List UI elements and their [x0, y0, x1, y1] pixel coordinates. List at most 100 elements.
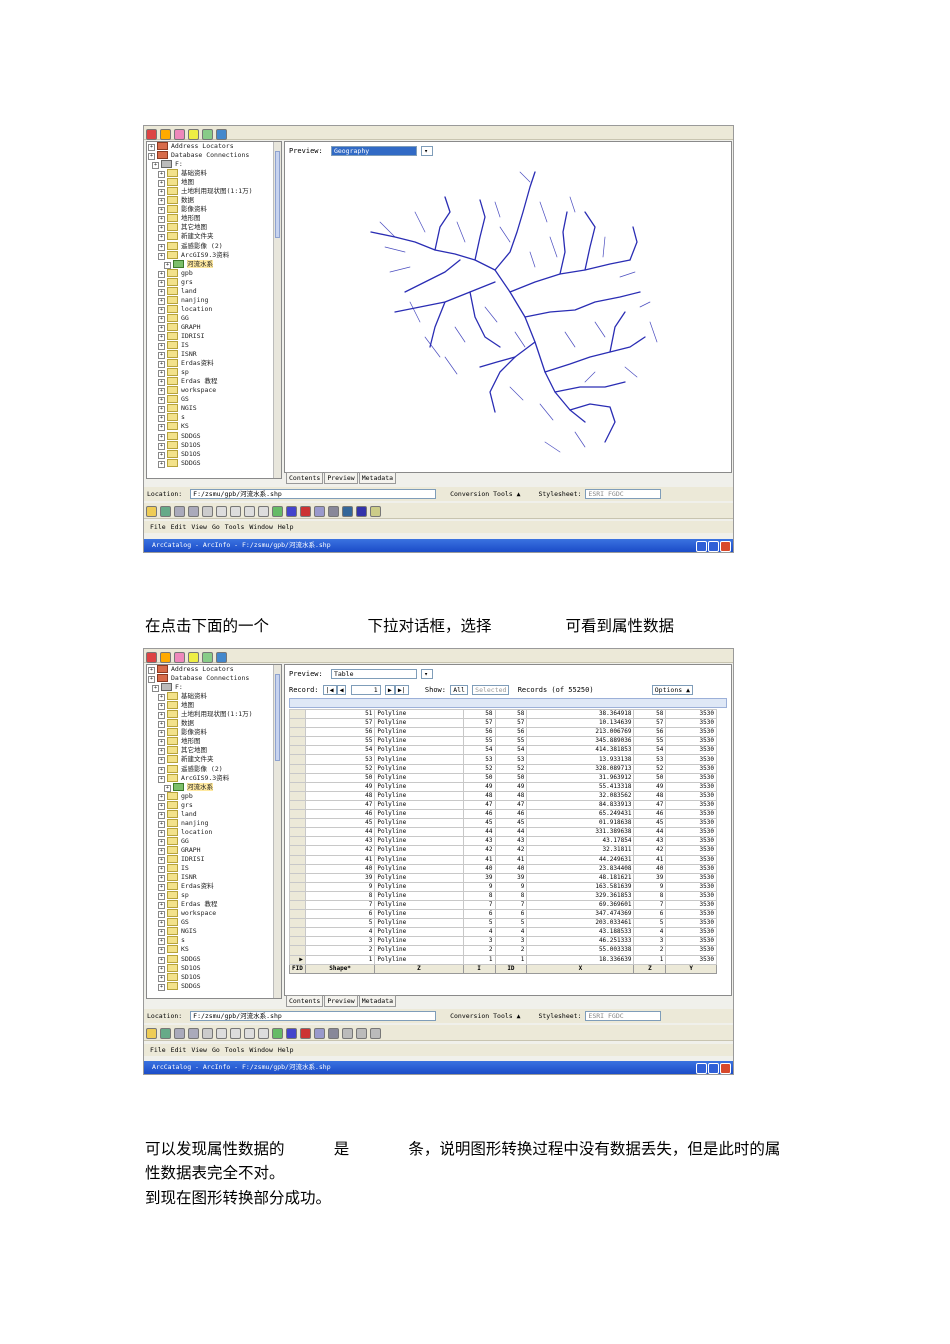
record-input[interactable]: 1: [350, 685, 381, 695]
tree-item[interactable]: + s: [147, 936, 281, 946]
expand-icon[interactable]: +: [158, 333, 165, 341]
tree-item[interactable]: + s: [147, 413, 281, 423]
paste-icon[interactable]: [188, 1028, 199, 1039]
expand-icon[interactable]: +: [158, 216, 165, 224]
column-header[interactable]: Z: [633, 963, 667, 974]
next-record-button[interactable]: ▶: [384, 685, 395, 695]
expand-icon[interactable]: +: [158, 352, 165, 360]
expand-icon[interactable]: +: [158, 460, 165, 468]
expand-icon[interactable]: +: [148, 667, 155, 674]
expand-icon[interactable]: +: [158, 947, 165, 955]
list-icon[interactable]: [230, 506, 241, 517]
row-selector[interactable]: [289, 727, 306, 738]
tree-item[interactable]: + F:: [147, 683, 281, 693]
copy-icon[interactable]: [174, 506, 185, 517]
table-row[interactable]: 9 Polyline 9 9 163.581639 9 3530: [289, 881, 717, 892]
expand-icon[interactable]: +: [158, 766, 165, 774]
window-icon[interactable]: [314, 1028, 325, 1039]
expand-icon[interactable]: +: [158, 911, 165, 919]
tree-item[interactable]: + gpb: [147, 268, 281, 278]
tab-preview[interactable]: Preview: [324, 995, 358, 1007]
table-row[interactable]: ▶ 1 Polyline 1 1 18.336639 1 3530: [289, 954, 717, 965]
star-icon[interactable]: [188, 652, 199, 663]
launch-arcmap-icon[interactable]: [272, 1028, 283, 1039]
tree-item[interactable]: + GS: [147, 918, 281, 928]
table-row[interactable]: 40 Polyline 40 40 23.834408 40 3530: [289, 863, 717, 874]
rotate-icon[interactable]: [174, 652, 185, 663]
expand-icon[interactable]: +: [158, 739, 165, 747]
red-tool-icon[interactable]: [300, 506, 311, 517]
table-row[interactable]: 43 Polyline 43 43 43.17854 43 3530: [289, 836, 717, 847]
tab-contents[interactable]: Contents: [286, 995, 324, 1007]
row-selector[interactable]: [289, 918, 306, 929]
tree-item[interactable]: + ISNR: [147, 873, 281, 883]
expand-icon[interactable]: +: [158, 902, 165, 910]
copy-icon[interactable]: [174, 1028, 185, 1039]
expand-icon[interactable]: +: [158, 243, 165, 251]
row-selector[interactable]: [289, 936, 306, 947]
tab-contents[interactable]: Contents: [286, 472, 324, 484]
tree-item[interactable]: + GS: [147, 395, 281, 405]
row-selector[interactable]: [289, 845, 306, 856]
expand-icon[interactable]: +: [158, 721, 165, 729]
menu-file[interactable]: File: [150, 1046, 166, 1054]
expand-icon[interactable]: +: [158, 893, 165, 901]
table-row[interactable]: 7 Polyline 7 7 69.369601 7 3530: [289, 899, 717, 911]
tree-item[interactable]: + KS: [147, 945, 281, 955]
expand-icon[interactable]: +: [158, 956, 165, 964]
delete-icon[interactable]: [202, 1028, 213, 1039]
tree-item[interactable]: + Database Connections: [147, 674, 281, 684]
expand-icon[interactable]: +: [158, 856, 165, 864]
expand-icon[interactable]: +: [158, 234, 165, 242]
expand-icon[interactable]: +: [158, 793, 165, 801]
conversion-tools-button[interactable]: Conversion Tools ▲: [450, 1012, 520, 1020]
star-icon[interactable]: [188, 129, 199, 140]
row-selector[interactable]: [289, 745, 306, 756]
expand-icon[interactable]: +: [158, 189, 165, 197]
tree-item[interactable]: + Erdas 教程: [147, 900, 281, 910]
expand-icon[interactable]: +: [158, 279, 165, 287]
tree-item[interactable]: + GRAPH: [147, 845, 281, 855]
close-icon[interactable]: [720, 1063, 731, 1074]
expand-icon[interactable]: +: [158, 424, 165, 432]
globe-tool-icon[interactable]: [342, 1028, 353, 1039]
up-icon[interactable]: [146, 1028, 157, 1039]
table-row[interactable]: 52 Polyline 52 52 328.089713 52 3530: [289, 763, 717, 774]
last-record-button[interactable]: ▶|: [394, 685, 409, 695]
expand-icon[interactable]: +: [152, 162, 159, 170]
stylesheet-dropdown[interactable]: ESRI FGDC: [585, 489, 662, 499]
tree-item[interactable]: + SDDGS: [147, 458, 281, 468]
stylesheet-dropdown[interactable]: ESRI FGDC: [585, 1011, 662, 1021]
tree-item[interactable]: + sp: [147, 368, 281, 378]
menu-view[interactable]: View: [191, 1046, 207, 1054]
expand-icon[interactable]: +: [158, 775, 165, 783]
expand-icon[interactable]: +: [158, 712, 165, 720]
expand-icon[interactable]: +: [158, 388, 165, 396]
tree-item[interactable]: + IS: [147, 864, 281, 874]
identify-icon[interactable]: [370, 506, 381, 517]
chevron-down-icon[interactable]: ▾: [421, 669, 434, 679]
globe-tool-icon[interactable]: [342, 506, 353, 517]
column-header[interactable]: FID: [289, 963, 306, 974]
rotate-icon[interactable]: [174, 129, 185, 140]
tree-item[interactable]: + land: [147, 809, 281, 819]
row-selector[interactable]: [289, 718, 306, 729]
tree-item[interactable]: + grs: [147, 277, 281, 287]
expand-icon[interactable]: +: [158, 920, 165, 928]
first-record-button[interactable]: |◀: [322, 685, 337, 695]
expand-icon[interactable]: +: [158, 748, 165, 756]
table-row[interactable]: 57 Polyline 57 57 10.134639 57 3530: [289, 718, 717, 729]
tree-item[interactable]: + ISNR: [147, 350, 281, 360]
expand-icon[interactable]: +: [158, 297, 165, 305]
connect-folder-icon[interactable]: [160, 506, 171, 517]
expand-icon[interactable]: +: [158, 415, 165, 423]
expand-icon[interactable]: +: [158, 811, 165, 819]
expand-icon[interactable]: +: [158, 965, 165, 973]
row-selector[interactable]: [289, 708, 306, 720]
tree-item[interactable]: + Erdas资料: [147, 359, 281, 369]
tree-item[interactable]: + SD1OS: [147, 449, 281, 459]
tab-metadata[interactable]: Metadata: [358, 995, 397, 1007]
search-icon[interactable]: [328, 1028, 339, 1039]
info-icon[interactable]: [356, 1028, 367, 1039]
minimize-icon[interactable]: [696, 541, 707, 552]
